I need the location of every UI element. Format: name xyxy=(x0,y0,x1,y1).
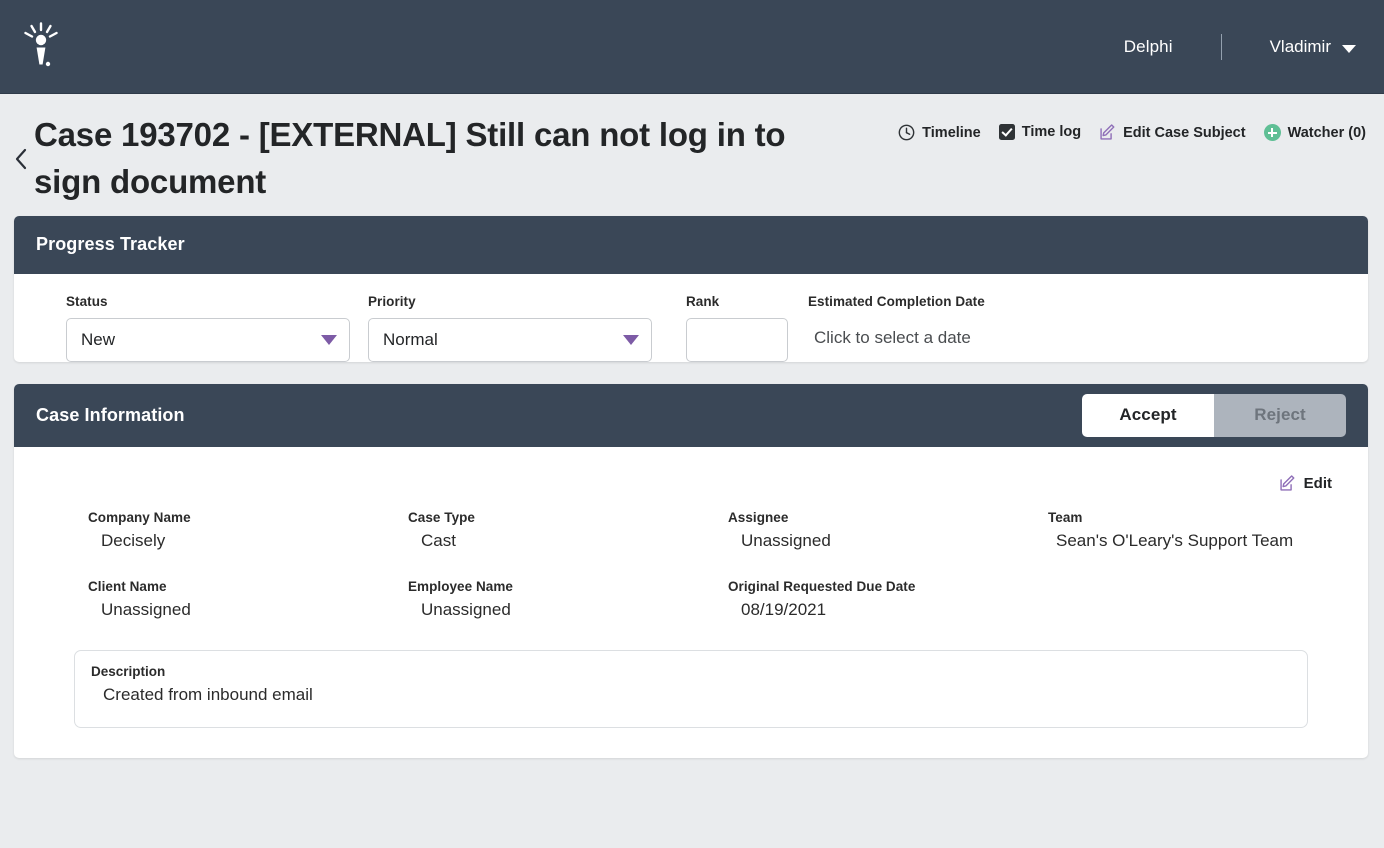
employee-name-cell: Employee Name Unassigned xyxy=(408,579,728,648)
user-menu-label: Vladimir xyxy=(1269,37,1331,56)
team-cell: Team Sean's O'Leary's Support Team xyxy=(1048,510,1346,579)
page-title-row: Case 193702 - [EXTERNAL] Still can not l… xyxy=(0,94,1384,216)
time-log-button[interactable]: Time log xyxy=(998,124,1082,140)
nav-divider xyxy=(1220,34,1222,60)
rank-label: Rank xyxy=(686,293,720,309)
reject-button[interactable]: Reject xyxy=(1214,393,1346,437)
company-name-cell: Company Name Decisely xyxy=(88,510,408,579)
case-information-header: Case Information Accept Reject xyxy=(14,383,1368,447)
original-requested-due-date-label: Original Requested Due Date xyxy=(728,578,916,594)
priority-label: Priority xyxy=(368,293,416,309)
status-value: New xyxy=(81,329,116,349)
employee-name-value: Unassigned xyxy=(421,599,511,619)
priority-select[interactable]: Normal xyxy=(368,317,652,362)
status-label: Status xyxy=(66,293,108,309)
user-menu[interactable]: Vladimir xyxy=(1260,31,1366,63)
assignee-value: Unassigned xyxy=(741,530,831,550)
chevron-down-icon xyxy=(623,334,639,345)
timeline-button[interactable]: Timeline xyxy=(898,124,981,141)
progress-tracker-fields: Status New Priority Normal Rank Estimate… xyxy=(14,274,1368,362)
case-type-cell: Case Type Cast xyxy=(408,510,728,579)
original-requested-due-date-value: 08/19/2021 xyxy=(741,599,827,619)
estimated-completion-date-label: Estimated Completion Date xyxy=(808,293,985,309)
assignee-cell: Assignee Unassigned xyxy=(728,510,1048,579)
back-chevron-icon[interactable] xyxy=(8,110,34,170)
original-requested-due-date-cell: Original Requested Due Date 08/19/2021 xyxy=(728,579,1048,648)
case-information-grid: Company Name Decisely Case Type Cast Ass… xyxy=(36,510,1346,648)
team-label: Team xyxy=(1048,509,1083,525)
case-type-value: Cast xyxy=(421,530,456,550)
edit-pencil-icon xyxy=(1100,124,1115,140)
company-name-label: Company Name xyxy=(88,509,191,525)
plus-circle-icon xyxy=(1263,124,1281,141)
empty-cell xyxy=(1048,579,1346,648)
progress-tracker-card: Progress Tracker Status New Priority Nor… xyxy=(14,215,1368,362)
nav-right-group: Delphi Vladimir xyxy=(1114,31,1366,63)
case-information-title: Case Information xyxy=(36,404,185,425)
edit-case-subject-label: Edit Case Subject xyxy=(1123,124,1246,141)
rank-field: Rank xyxy=(686,294,788,362)
top-navigation-bar: Delphi Vladimir xyxy=(0,0,1384,94)
case-information-body: Edit Company Name Decisely Case Type Cas… xyxy=(14,447,1368,758)
case-type-label: Case Type xyxy=(408,509,475,525)
edit-pencil-icon xyxy=(1280,474,1295,491)
priority-field: Priority Normal xyxy=(368,294,652,362)
timeline-label: Timeline xyxy=(922,124,981,141)
progress-tracker-header: Progress Tracker xyxy=(14,215,1368,274)
edit-case-information-button[interactable]: Edit xyxy=(1279,475,1332,492)
client-name-cell: Client Name Unassigned xyxy=(88,579,408,648)
edit-row: Edit xyxy=(36,473,1346,510)
page-title-actions: Timeline Time log Edit Case Subject Watc… xyxy=(898,110,1368,141)
priority-value: Normal xyxy=(383,329,438,349)
client-name-label: Client Name xyxy=(88,578,167,594)
edit-case-subject-button[interactable]: Edit Case Subject xyxy=(1099,124,1246,141)
employee-name-label: Employee Name xyxy=(408,578,513,594)
progress-tracker-title: Progress Tracker xyxy=(36,234,185,255)
watcher-button[interactable]: Watcher (0) xyxy=(1263,124,1366,141)
chevron-down-icon xyxy=(321,334,337,345)
checked-checkbox-icon xyxy=(998,124,1015,140)
accept-reject-group: Accept Reject xyxy=(1082,393,1346,437)
time-log-label: Time log xyxy=(1021,124,1082,140)
description-value: Created from inbound email xyxy=(103,684,313,704)
watcher-label: Watcher (0) xyxy=(1287,124,1366,141)
edit-label: Edit xyxy=(1303,474,1332,492)
estimated-completion-date-field: Estimated Completion Date Click to selec… xyxy=(808,294,985,348)
team-value: Sean's O'Leary's Support Team xyxy=(1056,530,1294,550)
description-label: Description xyxy=(91,663,166,679)
assignee-label: Assignee xyxy=(728,509,789,525)
rank-input[interactable] xyxy=(686,317,788,362)
status-select[interactable]: New xyxy=(66,317,350,362)
chevron-down-icon xyxy=(1342,44,1356,53)
case-information-card: Case Information Accept Reject Edit Comp… xyxy=(14,383,1368,758)
company-name-value: Decisely xyxy=(101,530,166,550)
client-name-value: Unassigned xyxy=(101,599,191,619)
clock-icon xyxy=(898,124,915,141)
nav-link-delphi[interactable]: Delphi xyxy=(1114,31,1183,63)
status-field: Status New xyxy=(66,294,350,362)
accept-button[interactable]: Accept xyxy=(1082,393,1214,437)
description-box[interactable]: Description Created from inbound email xyxy=(74,649,1308,728)
page-title: Case 193702 - [EXTERNAL] Still can not l… xyxy=(34,116,786,200)
estimated-completion-date-picker[interactable]: Click to select a date xyxy=(808,318,985,348)
idea-bulb-logo[interactable] xyxy=(18,16,64,78)
